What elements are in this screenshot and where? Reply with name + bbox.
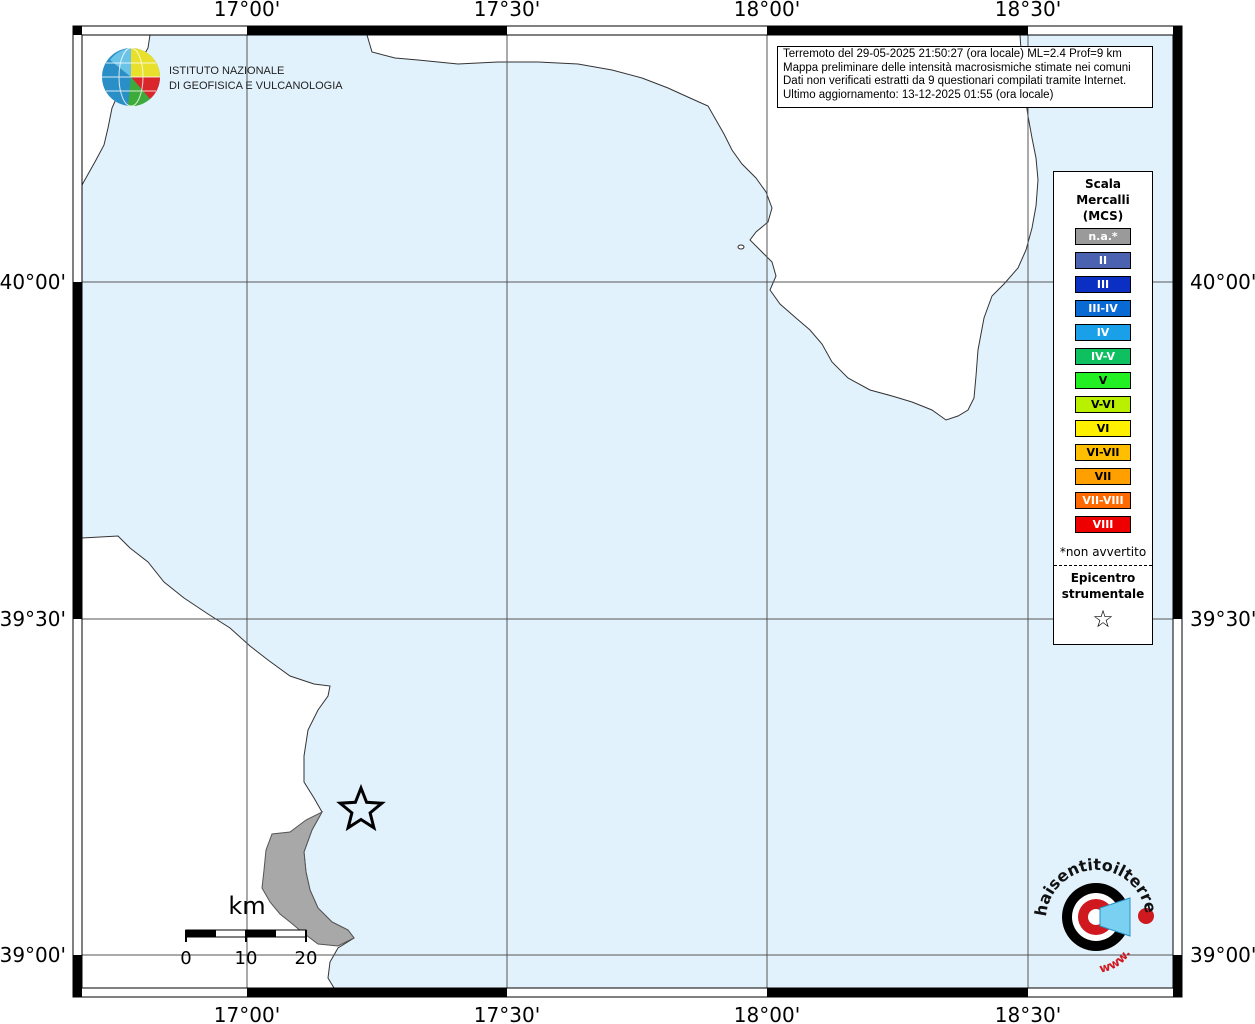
scale-unit: km [228, 892, 265, 920]
mcs-legend: Scala Mercalli (MCS) n.a.* II III III-IV IV I… [1053, 171, 1153, 645]
lon-label-top: 17°30' [474, 0, 540, 21]
legend-item: V-VI [1075, 396, 1131, 413]
legend-divider [1054, 565, 1152, 566]
lat-label-right: 39°30' [1190, 607, 1255, 631]
scale-label-10: 10 [235, 948, 258, 969]
lat-label-right: 40°00' [1190, 270, 1255, 294]
legend-item: III [1075, 276, 1131, 293]
lon-label-bottom: 17°00' [214, 1003, 280, 1024]
legend-item: VI [1075, 420, 1131, 437]
event-info-box: Terremoto del 29-05-2025 21:50:27 (ora l… [777, 46, 1153, 108]
legend-star-icon: ☆ [1092, 605, 1114, 633]
lat-label-left: 39°00' [0, 943, 66, 967]
event-info-line: Ultimo aggiornamento: 13-12-2025 01:55 (… [783, 88, 1054, 101]
event-info-line: Mappa preliminare delle intensità macros… [783, 61, 1131, 74]
legend-item: IV-V [1075, 348, 1131, 365]
legend-title-line: Mercalli [1076, 193, 1130, 207]
lon-label-top: 18°30' [995, 0, 1061, 21]
legend-item: III-IV [1075, 300, 1131, 317]
scale-label-0: 0 [180, 948, 191, 969]
legend-title-line: Scala [1084, 177, 1122, 191]
lon-label-top: 18°00' [734, 0, 800, 21]
legend-title: Scala Mercalli (MCS) [1054, 176, 1152, 224]
legend-item: VII [1075, 468, 1131, 485]
event-info-line: Dati non verificati estratti da 9 questi… [783, 75, 1127, 88]
lon-label-top: 17°00' [214, 0, 280, 21]
legend-item: II [1075, 252, 1131, 269]
legend-epicenter-title: Epicentro strumentale [1054, 570, 1152, 602]
lat-label-left: 39°30' [0, 607, 66, 631]
lat-label-left: 40°00' [0, 270, 66, 294]
ingv-logo-line2: DI GEOFISICA E VULCANOLOGIA [169, 80, 343, 92]
legend-item: V [1075, 372, 1131, 389]
legend-item: n.a.* [1075, 228, 1131, 245]
event-info-line: Terremoto del 29-05-2025 21:50:27 (ora l… [783, 48, 1122, 60]
lon-label-bottom: 18°00' [734, 1003, 800, 1024]
scale-label-20: 20 [295, 948, 318, 969]
legend-epicenter-line: Epicentro [1070, 571, 1136, 585]
lon-label-bottom: 18°30' [995, 1003, 1061, 1024]
ingv-logo-line1: ISTITUTO NAZIONALE [169, 65, 284, 77]
lon-label-bottom: 17°30' [474, 1003, 540, 1024]
legend-item: VI-VII [1075, 444, 1131, 461]
legend-items: n.a.* II III III-IV IV IV-V V V-VI VI VI-VII VII VI… [1054, 228, 1152, 533]
lat-label-right: 39°00' [1190, 943, 1255, 967]
small-island [737, 244, 745, 250]
legend-item: VII-VIII [1075, 492, 1131, 509]
legend-note: *non avvertito [1059, 545, 1147, 559]
legend-item: VIII [1075, 516, 1131, 533]
legend-item: IV [1075, 324, 1131, 341]
legend-title-line: (MCS) [1082, 209, 1124, 223]
legend-epicenter-line: strumentale [1061, 587, 1145, 601]
